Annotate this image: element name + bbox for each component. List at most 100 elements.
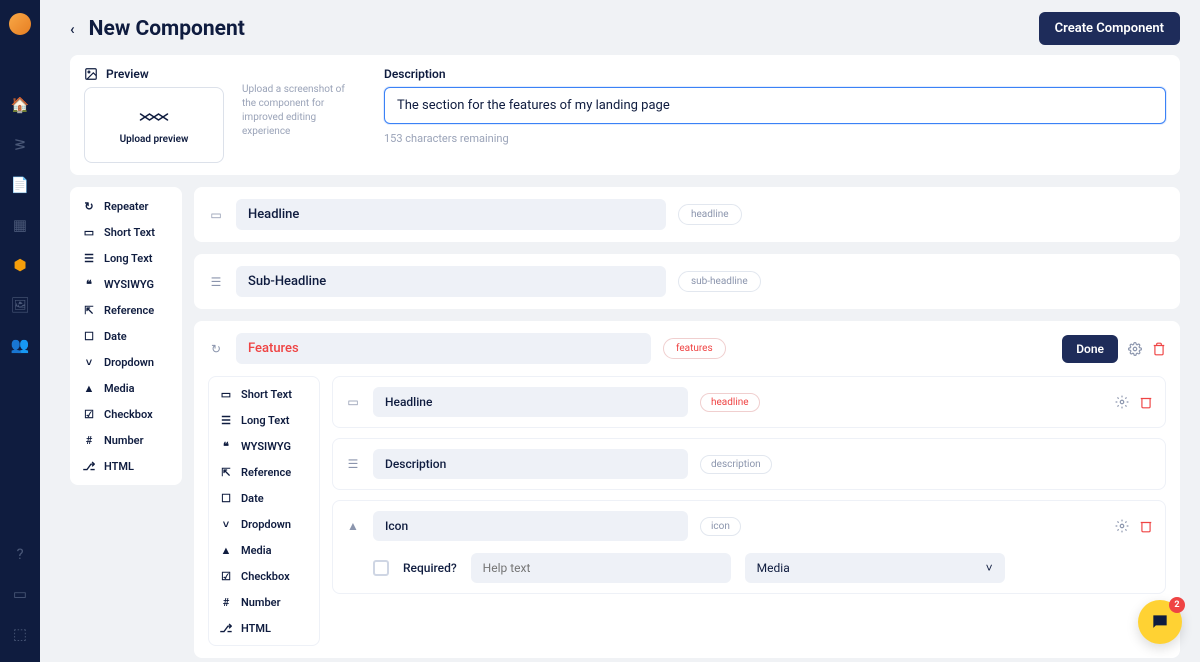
create-component-button[interactable]: Create Component bbox=[1039, 12, 1180, 45]
meta-card: Preview Upload preview Upload a screensh… bbox=[70, 55, 1180, 175]
field-headline: ▭ headline bbox=[194, 187, 1180, 242]
preview-label: Preview bbox=[106, 67, 149, 81]
checkbox-icon: ☑ bbox=[219, 569, 233, 583]
nav-pages-icon[interactable]: 📄 bbox=[0, 165, 40, 205]
sub-field-name-input[interactable] bbox=[373, 387, 688, 417]
gear-icon[interactable] bbox=[1115, 519, 1129, 533]
required-checkbox[interactable] bbox=[373, 560, 389, 576]
gear-icon[interactable] bbox=[1115, 395, 1129, 409]
palette-reference[interactable]: ⇱Reference bbox=[74, 297, 178, 323]
short-text-icon: ▭ bbox=[219, 387, 233, 401]
nav-stack-icon[interactable]: ⬚ bbox=[0, 614, 40, 654]
repeater-palette: ▭Short Text ☰Long Text ❝WYSIWYG ⇱Referen… bbox=[208, 376, 320, 646]
page-header: ‹ New Component Create Component bbox=[70, 0, 1180, 55]
field-type-palette: ↻Repeater ▭Short Text ☰Long Text ❝WYSIWY… bbox=[70, 187, 182, 485]
date-icon: ☐ bbox=[82, 329, 96, 343]
nav-help-icon[interactable]: ? bbox=[0, 534, 40, 574]
field-name-input[interactable] bbox=[236, 266, 666, 297]
trash-icon[interactable] bbox=[1139, 519, 1153, 533]
sub-field-slug: description bbox=[700, 455, 772, 474]
nav-grid-icon[interactable]: ▦ bbox=[0, 205, 40, 245]
sub-field-headline: ▭ headline bbox=[332, 376, 1166, 428]
long-text-icon: ☰ bbox=[82, 251, 96, 265]
field-name-input[interactable] bbox=[236, 199, 666, 230]
sub-palette-short-text[interactable]: ▭Short Text bbox=[211, 381, 317, 407]
number-icon: # bbox=[82, 433, 96, 447]
palette-wysiwyg[interactable]: ❝WYSIWYG bbox=[74, 271, 178, 297]
palette-repeater[interactable]: ↻Repeater bbox=[74, 193, 178, 219]
sub-palette-wysiwyg[interactable]: ❝WYSIWYG bbox=[211, 433, 317, 459]
done-button[interactable]: Done bbox=[1062, 335, 1118, 363]
field-slug: sub-headline bbox=[678, 271, 761, 292]
chat-icon bbox=[1150, 612, 1170, 632]
drag-handle-icon[interactable]: ▭ bbox=[208, 208, 224, 222]
drag-handle-icon[interactable]: ▭ bbox=[345, 395, 361, 409]
sub-palette-number[interactable]: #Number bbox=[211, 589, 317, 615]
media-icon[interactable]: ▲ bbox=[345, 519, 361, 533]
nav-docs-icon[interactable]: ▭ bbox=[0, 574, 40, 614]
nav-rail: 🏠 ᕒ 📄 ▦ ⬢ 🖼 👥 ? ▭ ⬚ bbox=[0, 0, 40, 662]
trash-icon[interactable] bbox=[1152, 342, 1166, 356]
chat-widget[interactable]: 2 bbox=[1138, 600, 1182, 644]
sub-field-name-input[interactable] bbox=[373, 449, 688, 479]
sub-field-slug: headline bbox=[700, 393, 760, 412]
long-text-icon: ☰ bbox=[219, 413, 233, 427]
field-sub-headline: ☰ sub-headline bbox=[194, 254, 1180, 309]
reference-icon: ⇱ bbox=[82, 303, 96, 317]
required-label: Required? bbox=[403, 561, 457, 575]
wysiwyg-icon: ❝ bbox=[219, 439, 233, 453]
field-slug: headline bbox=[678, 204, 742, 225]
back-button[interactable]: ‹ bbox=[70, 20, 75, 38]
sub-field-icon: ▲ icon Requi bbox=[332, 500, 1166, 594]
palette-number[interactable]: #Number bbox=[74, 427, 178, 453]
chat-badge: 2 bbox=[1169, 597, 1185, 613]
sub-palette-long-text[interactable]: ☰Long Text bbox=[211, 407, 317, 433]
html-icon: ⎇ bbox=[219, 621, 233, 635]
gear-icon[interactable] bbox=[1128, 342, 1142, 356]
page-title: New Component bbox=[89, 17, 245, 41]
sub-palette-dropdown[interactable]: ˅Dropdown bbox=[211, 511, 317, 537]
dropdown-icon: ˅ bbox=[82, 355, 96, 369]
short-text-icon: ▭ bbox=[82, 225, 96, 239]
sub-palette-html[interactable]: ⎇HTML bbox=[211, 615, 317, 641]
characters-remaining: 153 characters remaining bbox=[384, 132, 1166, 145]
sub-palette-date[interactable]: ☐Date bbox=[211, 485, 317, 511]
sub-field-name-input[interactable] bbox=[373, 511, 688, 541]
avatar[interactable] bbox=[9, 13, 31, 35]
drag-handle-icon[interactable]: ☰ bbox=[345, 457, 361, 471]
palette-date[interactable]: ☐Date bbox=[74, 323, 178, 349]
type-select[interactable]: Media ˅ bbox=[745, 553, 1005, 583]
media-icon: ▲ bbox=[82, 381, 96, 395]
sub-field-description: ☰ description bbox=[332, 438, 1166, 490]
nav-users-icon[interactable]: 👥 bbox=[0, 325, 40, 365]
palette-short-text[interactable]: ▭Short Text bbox=[74, 219, 178, 245]
palette-dropdown[interactable]: ˅Dropdown bbox=[74, 349, 178, 375]
palette-media[interactable]: ▲Media bbox=[74, 375, 178, 401]
palette-checkbox[interactable]: ☑Checkbox bbox=[74, 401, 178, 427]
sub-field-slug: icon bbox=[700, 517, 741, 536]
field-slug: features bbox=[663, 338, 726, 359]
upload-hint: Upload a screenshot of the component for… bbox=[242, 67, 352, 163]
html-icon: ⎇ bbox=[82, 459, 96, 473]
trash-icon[interactable] bbox=[1139, 395, 1153, 409]
upload-preview-button[interactable]: Upload preview bbox=[84, 87, 224, 163]
drag-handle-icon[interactable]: ☰ bbox=[208, 275, 224, 289]
help-text-input[interactable] bbox=[471, 553, 731, 583]
repeater-icon[interactable]: ↻ bbox=[208, 342, 224, 356]
sub-palette-reference[interactable]: ⇱Reference bbox=[211, 459, 317, 485]
palette-long-text[interactable]: ☰Long Text bbox=[74, 245, 178, 271]
nav-media-icon[interactable]: 🖼 bbox=[0, 285, 40, 325]
sub-palette-checkbox[interactable]: ☑Checkbox bbox=[211, 563, 317, 589]
checkbox-icon: ☑ bbox=[82, 407, 96, 421]
fields-column: ▭ headline ☰ sub-headline ↻ bbox=[194, 187, 1180, 662]
sub-palette-media[interactable]: ▲Media bbox=[211, 537, 317, 563]
nav-blog-icon[interactable]: ᕒ bbox=[0, 125, 40, 165]
repeater-icon: ↻ bbox=[82, 199, 96, 213]
main-content: ‹ New Component Create Component Preview bbox=[40, 0, 1200, 662]
nav-components-icon[interactable]: ⬢ bbox=[0, 245, 40, 285]
nav-home-icon[interactable]: 🏠 bbox=[0, 85, 40, 125]
field-name-input[interactable] bbox=[236, 333, 651, 364]
description-input[interactable] bbox=[384, 87, 1166, 124]
number-icon: # bbox=[219, 595, 233, 609]
palette-html[interactable]: ⎇HTML bbox=[74, 453, 178, 479]
